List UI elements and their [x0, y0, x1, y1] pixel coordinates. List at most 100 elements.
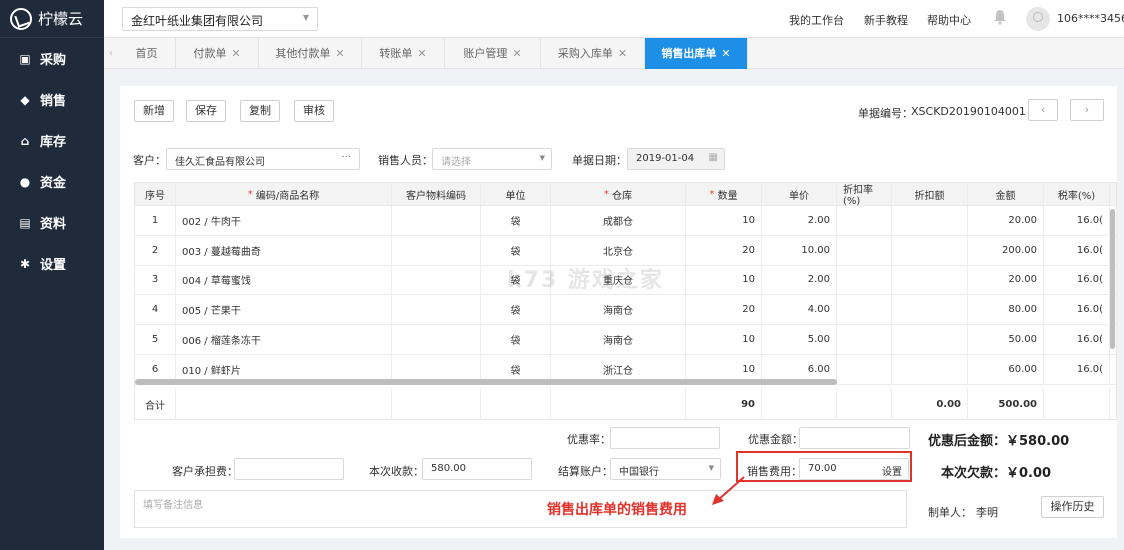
table-cell[interactable]: [892, 235, 968, 265]
tab-other-payment[interactable]: 其他付款单 ✕: [259, 38, 362, 69]
table-cell[interactable]: [892, 324, 968, 354]
table-row[interactable]: 5 006 / 榴莲条冻干 袋海南仓 10 5.00 50.00 16.0(: [135, 324, 1116, 355]
bell-icon[interactable]: [993, 9, 1007, 25]
table-cell[interactable]: 5: [135, 324, 176, 354]
table-cell[interactable]: 4: [135, 295, 176, 325]
more-icon[interactable]: ···: [341, 152, 351, 163]
table-cell[interactable]: 10: [686, 206, 762, 235]
salesperson-select[interactable]: 请选择 ▼: [432, 148, 552, 170]
table-cell[interactable]: 10: [686, 324, 762, 354]
table-cell[interactable]: [837, 324, 892, 354]
table-cell[interactable]: 北京仓: [551, 235, 686, 265]
table-cell[interactable]: [892, 206, 968, 235]
app-logo[interactable]: 柠檬云: [0, 0, 104, 38]
table-row[interactable]: 1 002 / 牛肉干 袋成都仓 10 2.00 20.00 16.0(: [135, 206, 1116, 236]
operation-history-button[interactable]: 操作历史: [1041, 496, 1104, 518]
table-cell[interactable]: 2: [135, 235, 176, 265]
settlement-account-select[interactable]: 中国银行 ▼: [610, 458, 721, 480]
sidebar-item-data[interactable]: ▤ 资料: [0, 202, 104, 243]
sidebar-item-inventory[interactable]: ⌂ 库存: [0, 120, 104, 161]
table-cell[interactable]: 16.0(: [1044, 235, 1110, 265]
prev-doc-button[interactable]: ‹: [1028, 99, 1058, 121]
tab-account-management[interactable]: 账户管理 ✕: [445, 38, 541, 69]
table-cell[interactable]: [392, 265, 481, 295]
table-cell[interactable]: 20.00: [968, 206, 1044, 235]
next-doc-button[interactable]: ›: [1070, 99, 1104, 121]
received-field[interactable]: 580.00: [422, 458, 532, 480]
table-cell[interactable]: 80.00: [968, 295, 1044, 325]
table-cell[interactable]: 袋: [481, 235, 551, 265]
tab-purchase-inbound[interactable]: 采购入库单 ✕: [541, 38, 645, 69]
table-cell[interactable]: 10: [686, 265, 762, 295]
table-cell[interactable]: [392, 324, 481, 354]
user-account[interactable]: 106****3456: [1057, 12, 1124, 25]
close-icon[interactable]: ✕: [417, 47, 426, 60]
table-cell[interactable]: 16.0(: [1044, 354, 1110, 384]
table-cell[interactable]: 海南仓: [551, 324, 686, 354]
table-cell[interactable]: [837, 206, 892, 235]
table-cell[interactable]: 20.00: [968, 265, 1044, 295]
avatar[interactable]: [1026, 7, 1050, 31]
memo-field[interactable]: 填写备注信息: [134, 490, 907, 528]
discount-rate-field[interactable]: [610, 427, 720, 449]
link-tutorial[interactable]: 新手教程: [864, 12, 908, 28]
sidebar-item-sales[interactable]: ◆ 销售: [0, 79, 104, 120]
table-cell[interactable]: 60.00: [968, 354, 1044, 384]
table-row[interactable]: 4 005 / 芒果干 袋海南仓 20 4.00 80.00 16.0(: [135, 295, 1116, 326]
table-cell[interactable]: [392, 206, 481, 235]
table-cell[interactable]: 成都仓: [551, 206, 686, 235]
tab-transfer[interactable]: 转账单 ✕: [362, 38, 445, 69]
table-cell[interactable]: 16.0(: [1044, 324, 1110, 354]
customer-field[interactable]: 佳久汇食品有限公司 ···: [166, 148, 360, 170]
table-cell[interactable]: 004 / 草莓蜜饯: [176, 265, 392, 295]
table-cell[interactable]: [392, 235, 481, 265]
table-cell[interactable]: 002 / 牛肉干: [176, 206, 392, 235]
table-cell[interactable]: 袋: [481, 206, 551, 235]
horizontal-scrollbar[interactable]: [135, 379, 837, 385]
sidebar-item-settings[interactable]: ✱ 设置: [0, 243, 104, 284]
sidebar-item-funds[interactable]: ● 资金: [0, 161, 104, 202]
add-button[interactable]: 新增: [134, 100, 174, 122]
table-cell[interactable]: 50.00: [968, 324, 1044, 354]
table-cell[interactable]: 20: [686, 295, 762, 325]
close-icon[interactable]: ✕: [512, 47, 521, 60]
audit-button[interactable]: 审核: [294, 100, 334, 122]
close-icon[interactable]: ✕: [335, 47, 344, 60]
vertical-scrollbar[interactable]: [1110, 209, 1115, 349]
sales-fee-set-button[interactable]: 设置: [882, 463, 902, 478]
tab-scroll-left-icon[interactable]: ‹: [104, 38, 118, 69]
tab-payment[interactable]: 付款单 ✕: [176, 38, 259, 69]
doc-date-field[interactable]: 2019-01-04 ▦: [627, 148, 725, 170]
table-cell[interactable]: 2.00: [762, 206, 837, 235]
table-cell[interactable]: [392, 295, 481, 325]
close-icon[interactable]: ✕: [721, 47, 730, 60]
table-cell[interactable]: [892, 295, 968, 325]
table-cell[interactable]: [892, 265, 968, 295]
customer-fee-field[interactable]: [234, 458, 344, 480]
tab-sales-outbound[interactable]: 销售出库单 ✕: [645, 38, 748, 69]
table-cell[interactable]: 10.00: [762, 235, 837, 265]
table-cell[interactable]: 海南仓: [551, 295, 686, 325]
table-cell[interactable]: [837, 265, 892, 295]
close-icon[interactable]: ✕: [231, 47, 240, 60]
table-cell[interactable]: 16.0(: [1044, 265, 1110, 295]
table-cell[interactable]: 200.00: [968, 235, 1044, 265]
discount-amount-field[interactable]: [799, 427, 910, 449]
table-cell[interactable]: 16.0(: [1044, 295, 1110, 325]
copy-button[interactable]: 复制: [240, 100, 280, 122]
table-cell[interactable]: 袋: [481, 295, 551, 325]
table-cell[interactable]: [892, 354, 968, 384]
table-cell[interactable]: 16.0(: [1044, 206, 1110, 235]
link-my-workspace[interactable]: 我的工作台: [789, 12, 844, 28]
sidebar-item-purchase[interactable]: ▣ 采购: [0, 38, 104, 79]
table-cell[interactable]: 005 / 芒果干: [176, 295, 392, 325]
link-help-center[interactable]: 帮助中心: [927, 12, 971, 28]
save-button[interactable]: 保存: [186, 100, 226, 122]
table-cell[interactable]: [837, 354, 892, 384]
table-cell[interactable]: 袋: [481, 324, 551, 354]
company-select[interactable]: 金红叶纸业集团有限公司 ▼: [122, 7, 318, 31]
table-cell[interactable]: 1: [135, 206, 176, 235]
tab-home[interactable]: 首页: [118, 38, 176, 69]
table-cell[interactable]: 20: [686, 235, 762, 265]
table-cell[interactable]: [837, 235, 892, 265]
